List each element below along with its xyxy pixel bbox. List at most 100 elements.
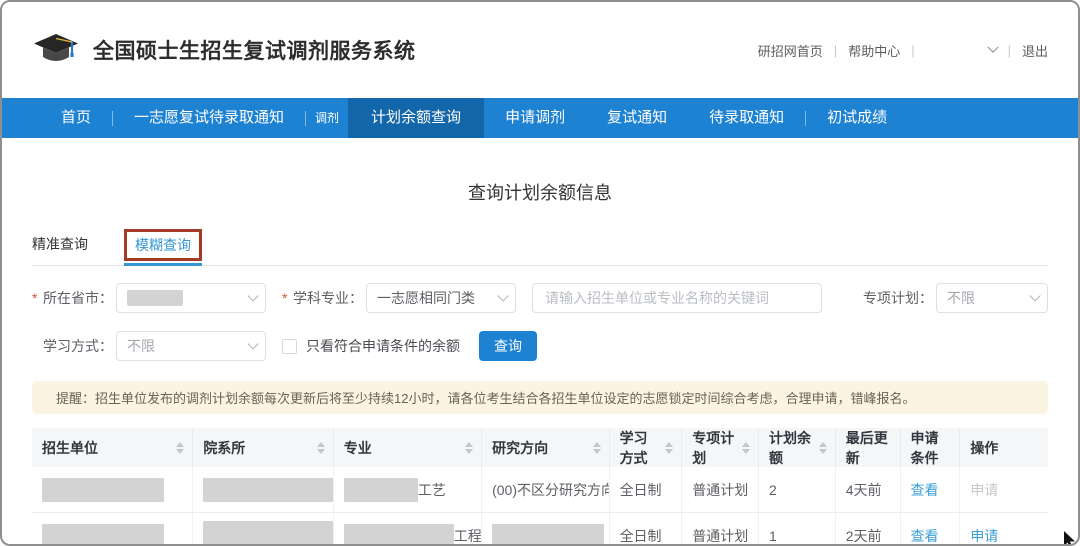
- redacted-text: [42, 478, 164, 502]
- eligible-only-label[interactable]: 只看符合申请条件的余额: [306, 336, 460, 356]
- link-yanzhao-home[interactable]: 研招网首页: [758, 41, 823, 60]
- apply-link[interactable]: 申请: [970, 526, 998, 546]
- cell-org: [32, 513, 193, 546]
- table-row: 工艺 (00)不区分研究方向 全日制 普通计划 2 4天前 查看 申请: [32, 467, 1048, 513]
- col-study-mode[interactable]: 学习方式: [610, 428, 683, 467]
- cell-last-update: 4天前: [836, 467, 901, 512]
- cell-last-update: 2天前: [836, 513, 901, 546]
- cell-balance: 1: [759, 513, 836, 546]
- sort-icon[interactable]: [819, 442, 827, 454]
- table-row: 工程 全日制 普通计划 1 2天前 查看 申请: [32, 513, 1048, 546]
- sort-icon[interactable]: [593, 442, 601, 454]
- username-redacted: [926, 43, 978, 57]
- query-tabs: 精准查询 模糊查询: [32, 232, 1048, 266]
- province-select[interactable]: [116, 283, 266, 313]
- col-special-plan[interactable]: 专项计划: [682, 428, 759, 467]
- sort-icon[interactable]: [465, 442, 473, 454]
- special-plan-select[interactable]: 不限: [936, 283, 1048, 313]
- redacted-text: [344, 478, 418, 502]
- col-last-update: 最后更新: [836, 428, 901, 467]
- col-actions: 操作: [960, 428, 1048, 467]
- col-apply-condition: 申请条件: [901, 428, 961, 467]
- balance-table: 招生单位 院系所 专业 研究方向 学习方式 专项计划 计划余额 最后更新 申请条…: [32, 428, 1048, 546]
- filter-row-1: *所在省市： *学科专业： 一志愿相同门类 专项计划： 不限: [32, 283, 1048, 313]
- separator: |: [1008, 43, 1011, 58]
- cell-balance: 2: [759, 467, 836, 512]
- view-link[interactable]: 查看: [911, 526, 939, 546]
- chevron-down-icon: [247, 338, 258, 349]
- required-asterisk: *: [282, 290, 293, 306]
- notice-bar: 提醒：招生单位发布的调剂计划余额每次更新后将至少持续12小时，请各位考生结合各招…: [32, 381, 1048, 414]
- cell-major: 工程: [334, 513, 482, 546]
- subject-label: *学科专业：: [282, 288, 363, 308]
- special-plan-group: 专项计划： 不限: [863, 283, 1048, 313]
- chevron-down-icon: [497, 290, 508, 301]
- cell-major: 工艺: [334, 467, 482, 512]
- nav-item-admission-notice[interactable]: 待录取通知: [688, 98, 805, 138]
- nav-item-initial-scores[interactable]: 初试成绩: [806, 98, 908, 138]
- view-link[interactable]: 查看: [911, 480, 939, 500]
- subject-select[interactable]: 一志愿相同门类: [366, 283, 516, 313]
- study-mode-value: 不限: [127, 336, 155, 356]
- nav-item-home[interactable]: 首页: [40, 98, 112, 138]
- app-window: 全国硕士生招生复试调剂服务系统 研招网首页 | 帮助中心 | | 退出 首页 一…: [0, 0, 1080, 546]
- sort-icon[interactable]: [317, 442, 325, 454]
- link-help-center[interactable]: 帮助中心: [848, 41, 900, 60]
- tab-fuzzy-query-wrap: 模糊查询: [124, 229, 202, 265]
- col-dept[interactable]: 院系所: [193, 428, 333, 467]
- cell-action: 申请: [960, 467, 1048, 512]
- chevron-down-icon[interactable]: [987, 42, 998, 53]
- redacted-text: [344, 524, 454, 546]
- province-label: *所在省市：: [32, 288, 113, 308]
- study-mode-select[interactable]: 不限: [116, 331, 266, 361]
- sort-icon[interactable]: [665, 442, 673, 454]
- redacted-text: [42, 524, 164, 546]
- apply-link-disabled: 申请: [970, 480, 998, 500]
- logout-button[interactable]: 退出: [1022, 41, 1048, 60]
- keyword-input[interactable]: [532, 283, 822, 313]
- top-header: 全国硕士生招生复试调剂服务系统 研招网首页 | 帮助中心 | | 退出: [2, 2, 1078, 98]
- col-major[interactable]: 专业: [334, 428, 482, 467]
- redacted-text: [492, 524, 604, 546]
- col-direction[interactable]: 研究方向: [482, 428, 609, 467]
- col-balance[interactable]: 计划余额: [759, 428, 836, 467]
- table-header: 招生单位 院系所 专业 研究方向 学习方式 专项计划 计划余额 最后更新 申请条…: [32, 428, 1048, 467]
- cell-direction: (00)不区分研究方向: [482, 467, 609, 512]
- cell-org: [32, 467, 193, 512]
- separator: |: [911, 43, 914, 58]
- nav-item-retest-notice[interactable]: 复试通知: [586, 98, 688, 138]
- special-plan-value: 不限: [947, 288, 975, 308]
- redacted-text: [203, 478, 333, 502]
- special-plan-label: 专项计划：: [863, 288, 933, 308]
- cell-study-mode: 全日制: [610, 513, 683, 546]
- cell-dept: [193, 467, 333, 512]
- chevron-down-icon: [247, 290, 258, 301]
- main-nav: 首页 一志愿复试待录取通知 调剂 计划余额查询 申请调剂 复试通知 待录取通知 …: [2, 98, 1078, 138]
- eligible-only-checkbox[interactable]: [282, 339, 297, 354]
- tab-precise-query[interactable]: 精准查询: [32, 234, 88, 265]
- tab-fuzzy-query[interactable]: 模糊查询: [124, 229, 202, 261]
- col-org[interactable]: 招生单位: [32, 428, 193, 467]
- filter-row-2: 学习方式： 不限 只看符合申请条件的余额 查询: [32, 331, 1048, 361]
- study-mode-label: 学习方式：: [32, 336, 113, 356]
- chevron-down-icon: [1029, 290, 1040, 301]
- cell-dept: [193, 513, 333, 546]
- cell-study-mode: 全日制: [610, 467, 683, 512]
- mouse-cursor: [1063, 531, 1080, 546]
- active-tab-underline: [124, 263, 202, 266]
- nav-item-apply-adjustment[interactable]: 申请调剂: [484, 98, 586, 138]
- graduation-cap-icon: [32, 32, 80, 68]
- cell-apply-condition: 查看: [901, 513, 961, 546]
- sort-icon[interactable]: [176, 442, 184, 454]
- nav-item-first-choice-notice[interactable]: 一志愿复试待录取通知: [113, 98, 305, 138]
- search-button[interactable]: 查询: [479, 331, 537, 361]
- brand: 全国硕士生招生复试调剂服务系统: [32, 32, 416, 68]
- subject-value: 一志愿相同门类: [377, 288, 475, 308]
- cell-apply-condition: 查看: [901, 467, 961, 512]
- province-value-redacted: [127, 290, 183, 306]
- site-title: 全国硕士生招生复试调剂服务系统: [93, 35, 416, 65]
- sort-icon[interactable]: [742, 442, 750, 454]
- required-asterisk: *: [32, 290, 43, 306]
- nav-item-plan-balance-query[interactable]: 计划余额查询: [348, 98, 484, 138]
- cell-special-plan: 普通计划: [682, 513, 759, 546]
